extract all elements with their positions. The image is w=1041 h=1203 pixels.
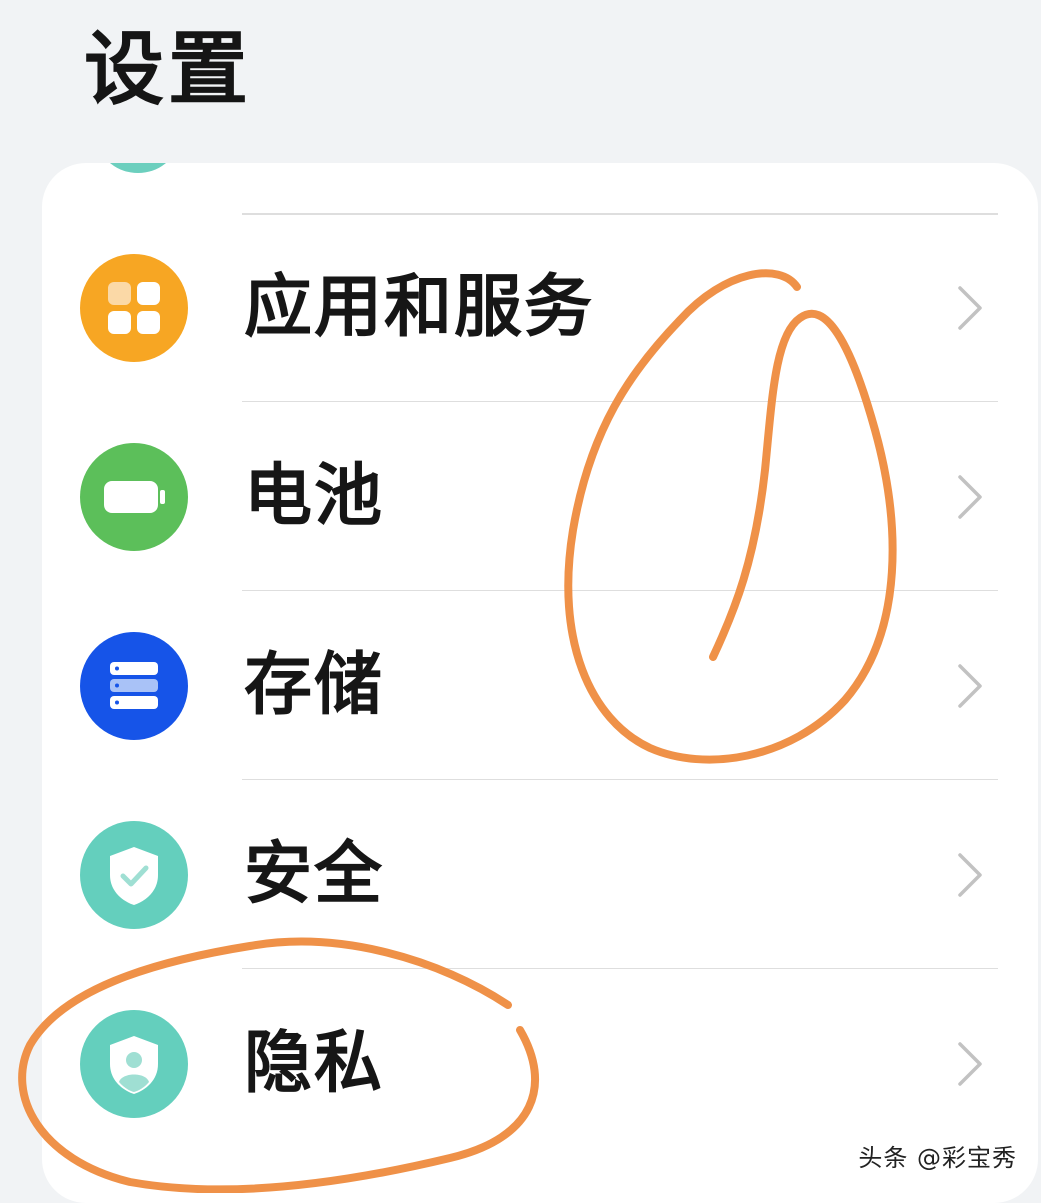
divider	[242, 400, 998, 402]
page-title: 设置	[84, 23, 252, 116]
partial-icon	[100, 163, 176, 173]
settings-item-security[interactable]: 安全	[42, 781, 1038, 969]
settings-item-label: 安全	[244, 835, 385, 914]
shield-check-icon	[80, 821, 188, 929]
chevron-right-icon	[958, 475, 982, 519]
apps-grid-icon	[80, 254, 188, 362]
settings-item-label: 应用和服务	[244, 268, 595, 347]
settings-item-battery[interactable]: 电池	[42, 403, 1038, 591]
divider	[242, 967, 998, 969]
watermark: 头条 @彩宝秀	[858, 1144, 1017, 1172]
settings-item-label: 隐私	[244, 1024, 385, 1103]
settings-item-privacy[interactable]: 隐私	[42, 970, 1038, 1158]
settings-item-label: 存储	[244, 646, 385, 725]
settings-item-apps-services[interactable]: 应用和服务	[42, 214, 1038, 402]
shield-person-icon	[80, 1010, 188, 1118]
battery-icon	[80, 443, 188, 551]
settings-item-storage[interactable]: 存储	[42, 592, 1038, 780]
settings-card: 应用和服务 电池 存储 安全 隐私	[42, 163, 1038, 1203]
chevron-right-icon	[958, 1042, 982, 1086]
divider	[242, 589, 998, 591]
storage-icon	[80, 632, 188, 740]
chevron-right-icon	[958, 664, 982, 708]
chevron-right-icon	[958, 286, 982, 330]
chevron-right-icon	[958, 853, 982, 897]
divider	[242, 778, 998, 780]
settings-item-label: 电池	[244, 457, 385, 536]
